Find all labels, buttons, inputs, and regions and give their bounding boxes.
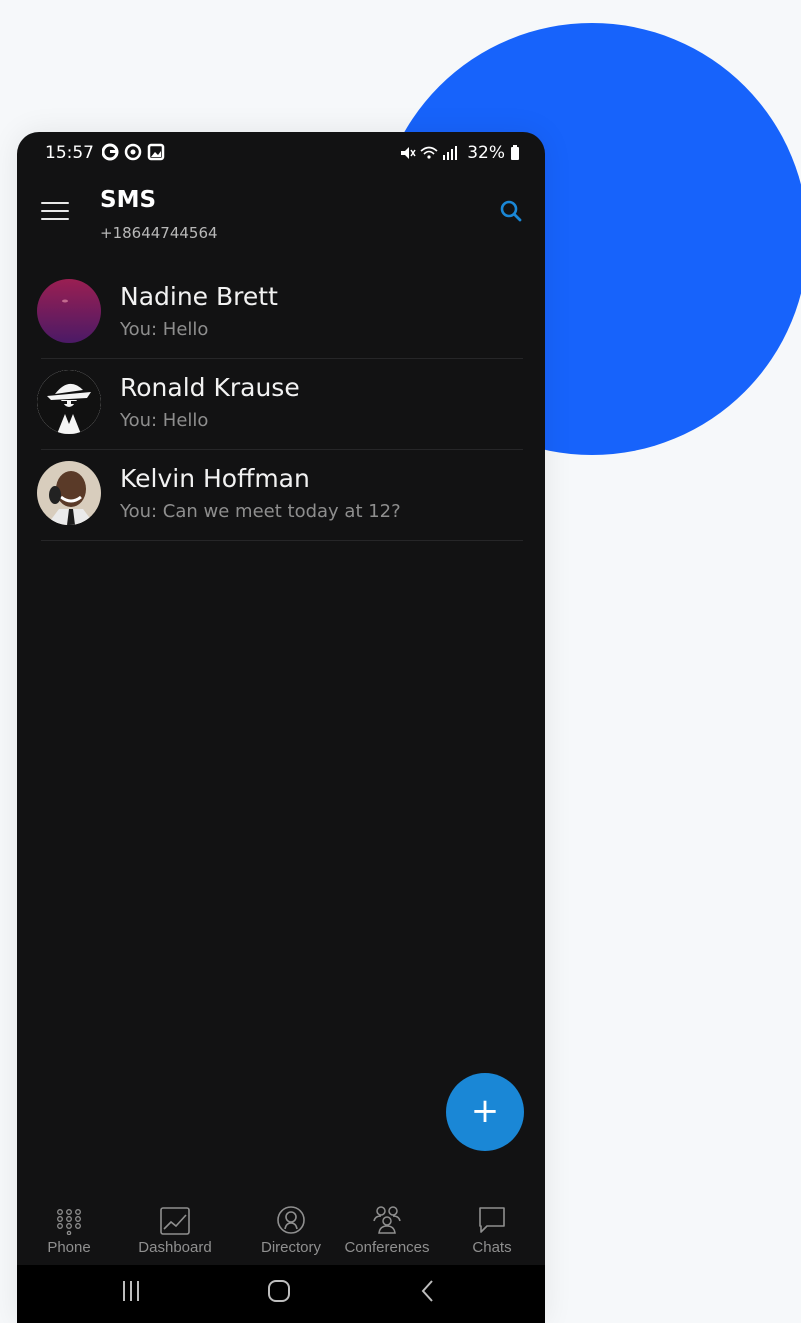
message-preview: You: Can we meet today at 12? (120, 501, 401, 522)
phone-number: +18644744564 (100, 224, 218, 242)
app-bar: SMS +18644744564 (17, 176, 545, 252)
conversation-row[interactable]: Kelvin Hoffman You: Can we meet today at… (17, 450, 545, 541)
bottom-navigation: Phone Dashboard Directory Conferences Ch… (17, 1197, 545, 1265)
system-navigation-bar (17, 1265, 545, 1323)
divider (41, 540, 523, 541)
notification-icons (101, 143, 172, 165)
battery-level: 32% (467, 143, 505, 163)
chart-icon (160, 1207, 190, 1235)
nav-item-phone[interactable]: Phone (31, 1197, 107, 1256)
avatar (37, 370, 101, 434)
contact-name: Ronald Krause (120, 373, 300, 402)
group-icon (373, 1206, 401, 1234)
contact-icon (277, 1206, 305, 1234)
hamburger-menu-icon[interactable] (41, 202, 69, 222)
conversation-row[interactable]: Nadine Brett You: Hello (17, 268, 545, 359)
home-icon[interactable] (267, 1279, 291, 1303)
phone-screen: 15:57 32% SMS +18644744564 Nadine Brett … (17, 132, 545, 1323)
nav-item-chats[interactable]: Chats (457, 1197, 527, 1256)
conversation-list: Nadine Brett You: Hello Ronald Krause Yo… (17, 268, 545, 541)
page-title: SMS (100, 187, 157, 213)
recent-apps-icon[interactable] (120, 1279, 142, 1303)
nav-item-conferences[interactable]: Conferences (335, 1197, 439, 1256)
nav-item-dashboard[interactable]: Dashboard (125, 1197, 225, 1256)
search-icon[interactable] (500, 200, 522, 222)
system-status-icons (401, 146, 458, 160)
message-preview: You: Hello (120, 410, 209, 431)
nav-label: Dashboard (138, 1239, 212, 1256)
battery-icon (511, 144, 519, 160)
status-time: 15:57 (45, 143, 94, 163)
chat-bubble-icon (479, 1207, 505, 1233)
contact-name: Nadine Brett (120, 282, 278, 311)
back-icon[interactable] (418, 1279, 438, 1303)
avatar (37, 279, 101, 343)
conversation-row[interactable]: Ronald Krause You: Hello (17, 359, 545, 450)
status-bar: 15:57 32% (17, 132, 545, 176)
status-right: 32% (399, 143, 519, 163)
message-preview: You: Hello (120, 319, 209, 340)
dialpad-icon (57, 1209, 81, 1235)
nav-item-directory[interactable]: Directory (243, 1197, 339, 1256)
nav-label: Conferences (344, 1239, 430, 1256)
nav-label: Directory (260, 1239, 321, 1256)
notification-icons-glyph (101, 143, 165, 161)
contact-name: Kelvin Hoffman (120, 464, 310, 493)
nav-label: Chats (472, 1239, 512, 1256)
avatar (37, 461, 101, 525)
nav-label: Phone (47, 1239, 91, 1256)
new-message-button[interactable]: + (446, 1073, 524, 1151)
